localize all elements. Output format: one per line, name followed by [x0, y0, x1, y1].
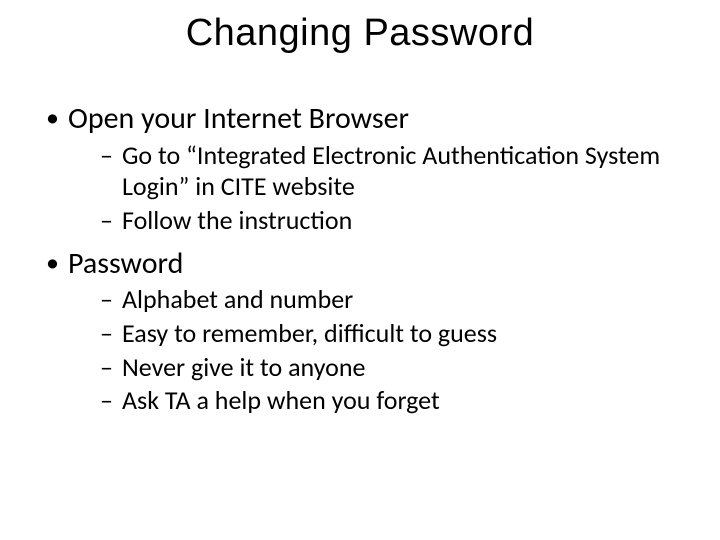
list-item-text: Easy to remember, difficult to guess — [122, 317, 497, 349]
sub-list: Go to “Integrated Electronic Authenticat… — [68, 140, 680, 237]
list-item-text: Password — [68, 245, 183, 282]
list-item: Easy to remember, difficult to guess — [98, 318, 680, 350]
list-item-text: Ask TA a help when you forget — [122, 384, 440, 416]
list-item: Password Alphabet and number Easy to rem… — [40, 245, 680, 417]
list-item: Open your Internet Browser Go to “Integr… — [40, 100, 680, 237]
sub-list: Alphabet and number Easy to remember, di… — [68, 284, 680, 417]
list-item: Go to “Integrated Electronic Authenticat… — [98, 140, 680, 203]
list-item-text: Go to “Integrated Electronic Authenticat… — [122, 139, 660, 203]
list-item-text: Alphabet and number — [122, 283, 353, 315]
bullet-list: Open your Internet Browser Go to “Integr… — [40, 100, 680, 417]
slide-title: Changing Password — [0, 12, 720, 55]
list-item-text: Open your Internet Browser — [68, 100, 409, 137]
list-item: Ask TA a help when you forget — [98, 385, 680, 417]
slide-body: Open your Internet Browser Go to “Integr… — [40, 100, 680, 425]
list-item: Never give it to anyone — [98, 352, 680, 384]
list-item: Alphabet and number — [98, 284, 680, 316]
list-item: Follow the instruction — [98, 205, 680, 237]
list-item-text: Follow the instruction — [122, 204, 352, 236]
slide: Changing Password Open your Internet Bro… — [0, 0, 720, 540]
list-item-text: Never give it to anyone — [122, 351, 365, 383]
